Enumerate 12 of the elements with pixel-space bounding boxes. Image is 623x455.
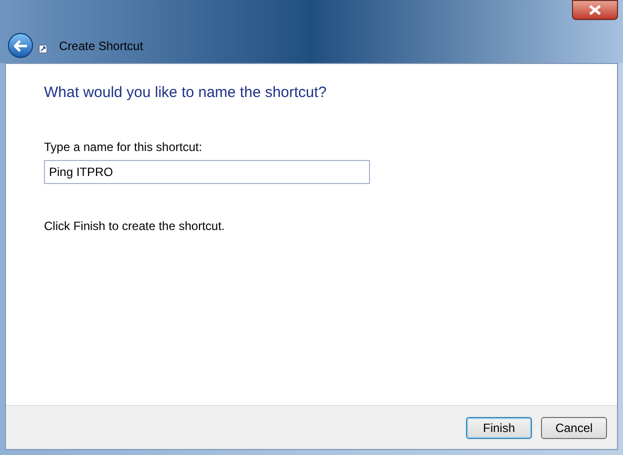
close-button[interactable] <box>572 0 618 20</box>
close-icon <box>589 5 601 15</box>
window-title: Create Shortcut <box>59 38 144 54</box>
shortcut-icon <box>39 44 47 52</box>
default-button[interactable]: Finish <box>466 416 532 438</box>
back-button[interactable] <box>8 33 33 58</box>
instruction-text: Click Finish to create the shortcut. <box>44 218 226 234</box>
field-label: Type a name for this shortcut: <box>44 138 204 156</box>
page-heading: What would you like to name the shortcut? <box>44 83 328 103</box>
name-input-field[interactable]: Ping ITPRO <box>44 160 370 184</box>
dialog-button[interactable]: Cancel <box>541 416 607 438</box>
back-arrow-icon <box>14 40 28 52</box>
